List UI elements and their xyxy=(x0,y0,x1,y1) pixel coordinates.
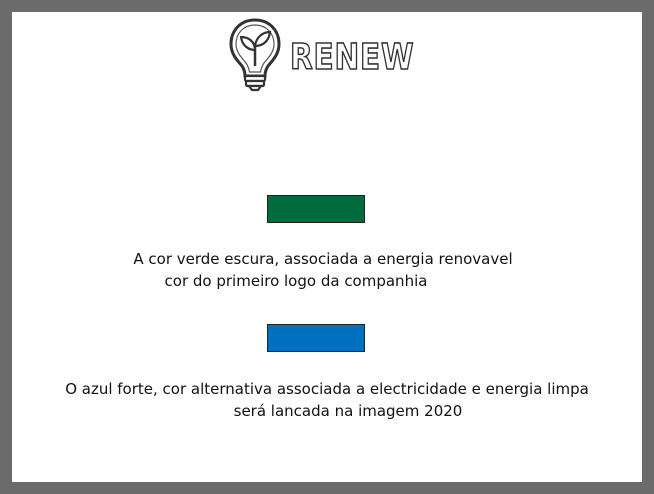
strong-blue-caption-line2: será lancada na imagem 2020 xyxy=(233,402,463,420)
lightbulb-leaf-icon xyxy=(229,18,281,92)
strong-blue-caption-line1: O azul forte, cor alternativa associada … xyxy=(65,380,589,398)
strong-blue-caption: O azul forte, cor alternativa associada … xyxy=(12,378,642,422)
page-frame: RENEW A cor verde escura, associada a en… xyxy=(0,0,654,494)
logo-wordmark: RENEW xyxy=(289,37,415,78)
strong-blue-swatch xyxy=(267,324,365,352)
dark-green-caption-line1: A cor verde escura, associada a energia … xyxy=(133,250,513,268)
dark-green-caption: A cor verde escura, associada a energia … xyxy=(12,248,642,292)
dark-green-caption-line2: cor do primeiro logo da companhia xyxy=(164,272,428,290)
dark-green-swatch xyxy=(267,195,365,223)
renew-logo: RENEW xyxy=(226,16,442,92)
